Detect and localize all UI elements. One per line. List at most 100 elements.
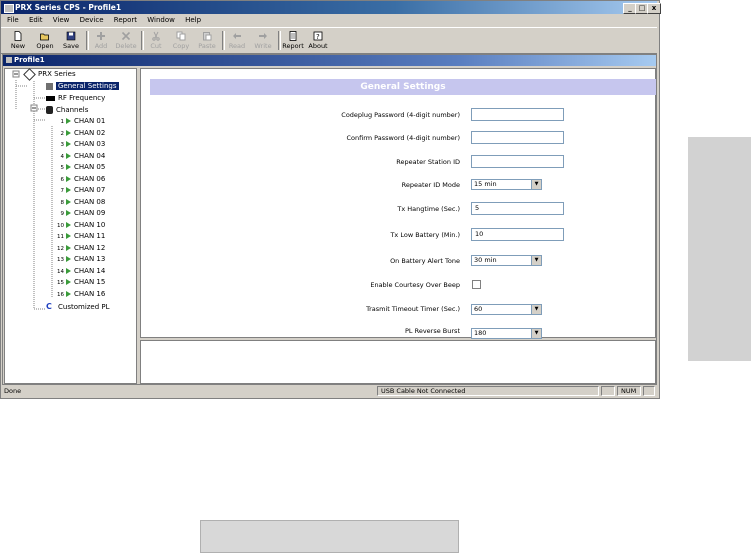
- delete-icon: [121, 31, 131, 41]
- profile-title: Profile1: [14, 56, 45, 64]
- tree-item-channel[interactable]: 12 CHAN 12: [57, 243, 105, 254]
- channel-icon: [66, 279, 71, 285]
- field-label: Trasmit Timeout Timer (Sec.): [366, 305, 460, 313]
- menu-bar: File Edit View Device Report Window Help: [1, 15, 657, 26]
- tree-item-channel[interactable]: 2 CHAN 02: [57, 128, 106, 139]
- dropdown-arrow-icon[interactable]: ▼: [531, 256, 541, 265]
- battery-alert-tone-select[interactable]: 30 min ▼: [471, 255, 542, 266]
- tree-item-channel[interactable]: 9 CHAN 09: [57, 208, 106, 219]
- tree-item-label: Customized PL: [58, 303, 110, 311]
- settings-panel: [140, 68, 656, 338]
- channel-name: CHAN 06: [74, 174, 106, 183]
- channel-number: 9: [60, 211, 65, 217]
- tx-low-battery-input[interactable]: 10: [471, 228, 564, 241]
- tree-root[interactable]: PRX Series: [23, 67, 76, 81]
- profile-title-bar[interactable]: Profile1: [3, 55, 656, 66]
- cut-button[interactable]: Cut: [143, 29, 169, 52]
- tree-item-channel[interactable]: 4 CHAN 04: [57, 151, 106, 162]
- tree-item-general-settings[interactable]: General Settings: [46, 81, 119, 92]
- channel-icon: [66, 141, 71, 147]
- field-label: Tx Hangtime (Sec.): [397, 205, 460, 213]
- channel-name: CHAN 12: [74, 243, 106, 252]
- dropdown-arrow-icon[interactable]: ▼: [531, 180, 541, 189]
- repeater-id-mode-select[interactable]: 15 min ▼: [471, 179, 542, 190]
- new-icon: [14, 31, 22, 41]
- tree-item-channels[interactable]: Channels: [46, 105, 88, 116]
- tree-item-channel[interactable]: 14 CHAN 14: [57, 266, 105, 277]
- tree-item-channel[interactable]: 5 CHAN 05: [57, 162, 106, 173]
- report-button[interactable]: Report: [280, 29, 306, 52]
- title-bar[interactable]: PRX Series CPS - Profile1 _ □ x: [1, 1, 661, 14]
- tree-item-channel[interactable]: 7 CHAN 07: [57, 185, 106, 196]
- tree-item-channel[interactable]: 13 CHAN 13: [57, 254, 105, 265]
- profile-icon: [6, 57, 12, 63]
- tree-item-channel[interactable]: 10 CHAN 10: [57, 220, 105, 231]
- pl-reverse-burst-select[interactable]: 180 ▼: [471, 328, 542, 339]
- side-tab: [688, 137, 751, 361]
- channel-icon: [66, 221, 71, 228]
- tree-root-label: PRX Series: [38, 70, 76, 78]
- about-button[interactable]: ? About: [305, 29, 331, 52]
- channel-icon: [66, 198, 71, 205]
- report-icon: [289, 31, 297, 41]
- channel-name: CHAN 05: [74, 163, 106, 171]
- status-bar: Done USB Cable Not Connected NUM: [1, 386, 657, 397]
- field-label: Confirm Password (4-digit number): [346, 134, 460, 142]
- report-label: Report: [282, 42, 304, 50]
- write-icon: [259, 33, 267, 39]
- select-value: 15 min: [474, 180, 497, 188]
- channel-number: 10: [57, 222, 64, 229]
- dropdown-arrow-icon[interactable]: ▼: [531, 305, 541, 314]
- channel-name: CHAN 13: [74, 255, 106, 263]
- radio-icon: [23, 67, 36, 81]
- add-button[interactable]: Add: [88, 29, 114, 52]
- menu-edit[interactable]: Edit: [29, 16, 43, 24]
- codeplug-password-input[interactable]: [471, 108, 564, 121]
- tree-item-rf-frequency[interactable]: RF Frequency: [46, 93, 105, 104]
- tree-item-channel[interactable]: 11 CHAN 11: [57, 231, 105, 242]
- status-text: Done: [4, 387, 22, 395]
- courtesy-beep-checkbox[interactable]: [472, 280, 481, 289]
- channel-number: 1: [60, 119, 65, 125]
- cut-icon: [152, 31, 160, 41]
- tree-item-customized-pl[interactable]: C Customized PL: [46, 301, 110, 312]
- menu-window[interactable]: Window: [147, 16, 175, 24]
- channel-number: 7: [60, 188, 65, 194]
- tree-item-channel[interactable]: 1 CHAN 01: [57, 116, 106, 127]
- tree-item-channel[interactable]: 15 CHAN 15: [57, 277, 105, 288]
- tree-item-channel[interactable]: 8 CHAN 08: [57, 197, 106, 208]
- transmit-timeout-select[interactable]: 60 ▼: [471, 304, 542, 315]
- status-segment: [601, 386, 615, 396]
- channel-icon: [66, 210, 71, 216]
- new-button[interactable]: New: [5, 29, 31, 52]
- channel-icon: [66, 187, 71, 193]
- write-label: Write: [254, 42, 272, 50]
- channel-icon: [66, 152, 71, 159]
- paste-button[interactable]: Paste: [194, 29, 220, 52]
- menu-file[interactable]: File: [7, 16, 19, 24]
- navigation-tree: PRX Series General Settings RF Frequency…: [4, 67, 137, 384]
- channel-name: CHAN 15: [74, 278, 106, 286]
- read-button[interactable]: Read: [224, 29, 250, 52]
- tree-item-channel[interactable]: 3 CHAN 03: [57, 139, 106, 150]
- menu-help[interactable]: Help: [185, 16, 201, 24]
- menu-report[interactable]: Report: [114, 16, 137, 24]
- channel-name: CHAN 09: [74, 209, 106, 217]
- field-label: Tx Low Battery (Min.): [390, 231, 460, 239]
- open-button[interactable]: Open: [32, 29, 58, 52]
- delete-button[interactable]: Delete: [113, 29, 139, 52]
- save-button[interactable]: Save: [58, 29, 84, 52]
- dropdown-arrow-icon[interactable]: ▼: [531, 329, 541, 338]
- repeater-station-id-input[interactable]: [471, 155, 564, 168]
- confirm-password-input[interactable]: [471, 131, 564, 144]
- channel-name: CHAN 10: [74, 220, 106, 229]
- copy-button[interactable]: Copy: [168, 29, 194, 52]
- tx-hangtime-input[interactable]: 5: [471, 202, 564, 215]
- channel-icon: [66, 233, 71, 239]
- menu-device[interactable]: Device: [80, 16, 104, 24]
- close-button[interactable]: x: [647, 3, 661, 14]
- tree-item-channel[interactable]: 16 CHAN 16: [57, 289, 105, 300]
- menu-view[interactable]: View: [53, 16, 70, 24]
- tree-item-channel[interactable]: 6 CHAN 06: [57, 174, 106, 185]
- write-button[interactable]: Write: [250, 29, 276, 52]
